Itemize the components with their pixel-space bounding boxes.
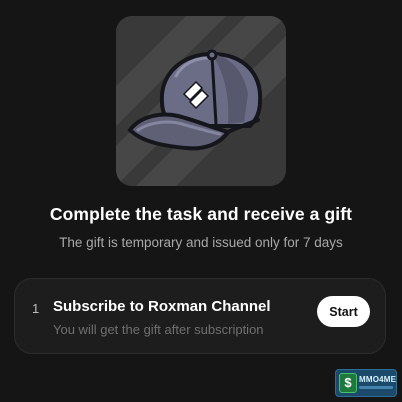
gift-task-screen: Complete the task and receive a gift The…	[0, 0, 402, 402]
watermark-logo: $ MMO4ME	[335, 369, 397, 397]
task-description: You will get the gift after subscription	[53, 322, 264, 337]
page-subtitle: The gift is temporary and issued only fo…	[59, 235, 343, 250]
watermark-underline	[359, 386, 393, 389]
dollar-icon: $	[339, 373, 357, 393]
page-title: Complete the task and receive a gift	[49, 204, 353, 224]
baseball-cap-icon	[116, 16, 286, 186]
task-title: Subscribe to Roxman Channel	[53, 298, 271, 315]
task-index: 1	[32, 301, 40, 316]
gift-image	[116, 16, 286, 186]
watermark-text: MMO4ME	[359, 375, 397, 384]
start-button[interactable]: Start	[317, 296, 370, 327]
task-item: 1 Subscribe to Roxman Channel You will g…	[14, 278, 386, 354]
